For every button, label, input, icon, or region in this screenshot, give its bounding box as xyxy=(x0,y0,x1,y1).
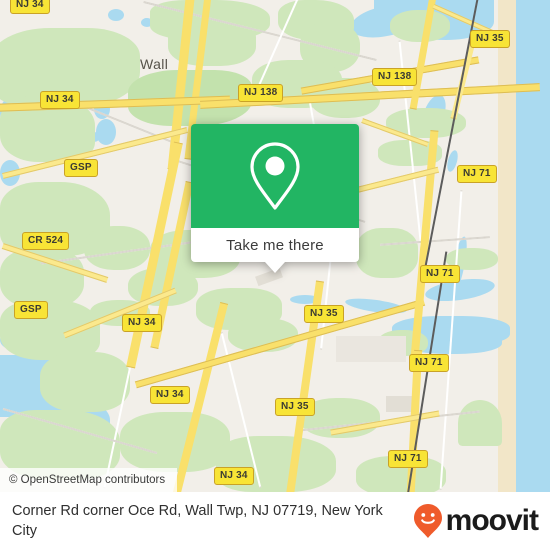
park-e-a xyxy=(390,10,450,42)
road-shield-nj34-b[interactable]: NJ 34 xyxy=(40,91,80,109)
park-e-d xyxy=(356,228,418,278)
road-shield-nj35-a[interactable]: NJ 35 xyxy=(470,30,510,48)
location-popup-card[interactable]: Take me there xyxy=(191,124,359,273)
road-shield-nj35-b[interactable]: NJ 35 xyxy=(304,305,344,323)
moovit-smiley-pin-icon xyxy=(413,504,442,538)
footer-bar: Corner Rd corner Oce Rd, Wall Twp, NJ 07… xyxy=(0,492,550,550)
water-ocean xyxy=(512,0,550,492)
road-shield-nj138-b[interactable]: NJ 138 xyxy=(372,68,418,86)
water-pond-d xyxy=(108,9,124,21)
take-me-there-label: Take me there xyxy=(226,236,324,254)
address-label: Corner Rd corner Oce Rd, Wall Twp, NJ 07… xyxy=(12,503,383,539)
road-shield-nj71-c[interactable]: NJ 71 xyxy=(409,354,449,372)
road-shield-gsp-b[interactable]: GSP xyxy=(14,301,48,319)
map-screenshot: Wall NJ 34 NJ 34 NJ 138 NJ 138 NJ 35 NJ … xyxy=(0,0,550,550)
road-shield-nj35-c[interactable]: NJ 35 xyxy=(275,398,315,416)
road-shield-nj34-c[interactable]: NJ 34 xyxy=(122,314,162,332)
popup-action-area[interactable]: Take me there xyxy=(191,228,359,273)
popup-pointer-tail xyxy=(265,262,285,273)
road-shield-nj71-b[interactable]: NJ 71 xyxy=(420,265,460,283)
attribution-text: © OpenStreetMap contributors xyxy=(9,474,166,486)
park-e-g xyxy=(458,400,502,446)
road-shield-gsp-a[interactable]: GSP xyxy=(64,159,98,177)
road-shield-cr524[interactable]: CR 524 xyxy=(22,232,70,250)
map-pin-icon xyxy=(250,142,300,210)
road-shield-nj34-e[interactable]: NJ 34 xyxy=(214,467,254,485)
map-attribution: © OpenStreetMap contributors xyxy=(0,468,178,492)
road-shield-nj71-d[interactable]: NJ 71 xyxy=(388,450,428,468)
road-shield-nj34-a[interactable]: NJ 34 xyxy=(10,0,50,14)
residential-block-a xyxy=(336,336,406,362)
popup-icon-area xyxy=(191,124,359,228)
road-shield-nj71-a[interactable]: NJ 71 xyxy=(457,165,497,183)
moovit-logo[interactable]: moovit xyxy=(413,503,539,539)
road-shield-nj138-a[interactable]: NJ 138 xyxy=(238,84,284,102)
moovit-wordmark: moovit xyxy=(445,504,539,537)
water-pond-h xyxy=(96,119,116,145)
city-label-wall: Wall xyxy=(140,56,169,72)
park-sw-b xyxy=(40,352,130,412)
map-canvas[interactable]: Wall NJ 34 NJ 34 NJ 138 NJ 138 NJ 35 NJ … xyxy=(0,0,550,492)
park-s-a xyxy=(120,412,230,472)
road-shield-nj34-d[interactable]: NJ 34 xyxy=(150,386,190,404)
